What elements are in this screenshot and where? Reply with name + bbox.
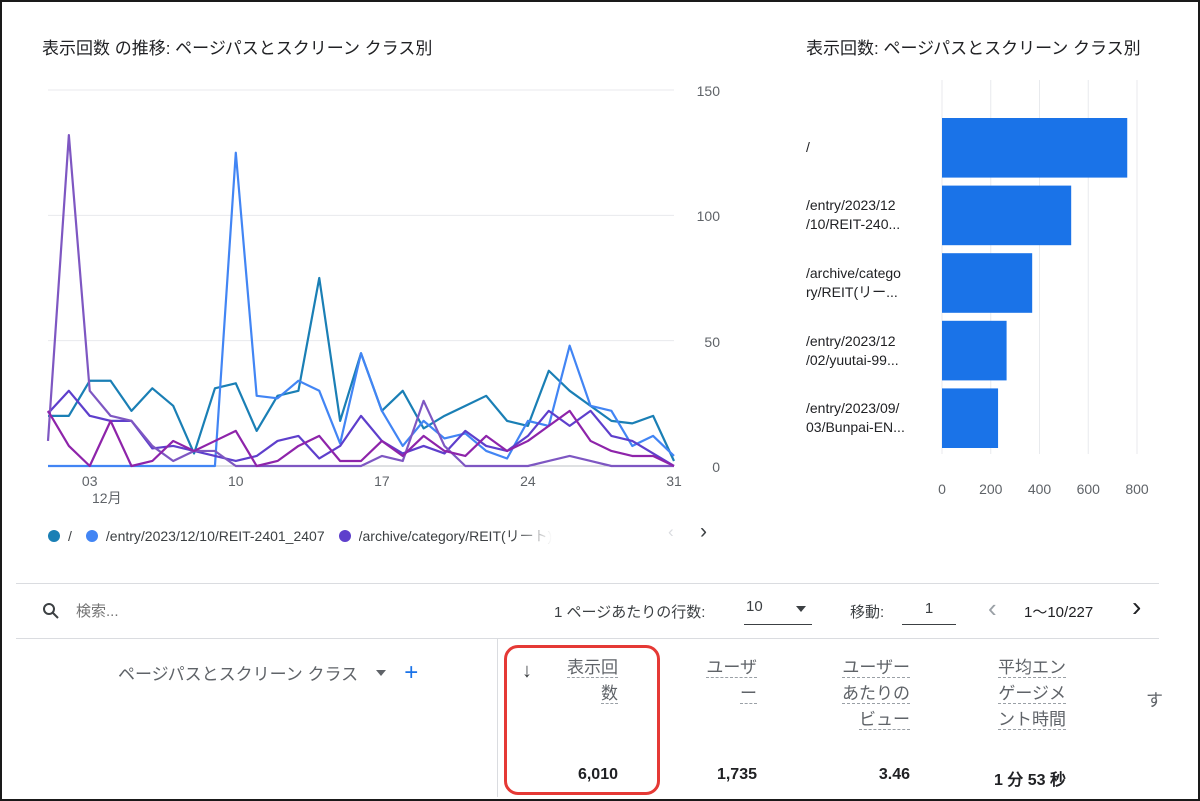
- bar[interactable]: [942, 253, 1033, 313]
- column-header-line: あたりの: [842, 684, 910, 704]
- x-tick-label: 200: [979, 481, 1003, 497]
- dropdown-arrow-icon[interactable]: [376, 669, 387, 676]
- dimension-header[interactable]: ページパスとスクリーン クラス +: [118, 660, 418, 685]
- legend-label: /: [68, 528, 72, 544]
- highlight-box: [504, 645, 660, 795]
- column-header-line: ント時間: [998, 710, 1066, 730]
- bar-category-line: /02/yuutai-99...: [806, 351, 899, 368]
- bar-category-line: ry/REIT(リー...: [806, 284, 898, 300]
- rows-per-page-value: 10: [746, 598, 763, 615]
- divider: [16, 583, 1159, 584]
- goto-input[interactable]: 1: [902, 596, 956, 625]
- legend-label: /archive/category/REIT(リート): [358, 528, 553, 544]
- search-icon: [43, 603, 59, 619]
- column-header-line: ゲージメ: [998, 684, 1066, 704]
- goto-label: 移動:: [850, 604, 885, 621]
- bar-category-label: /entry/2023/12/10/REIT-240...: [806, 196, 936, 234]
- bar[interactable]: [942, 388, 999, 448]
- legend-item-root[interactable]: /: [48, 528, 72, 544]
- legend-item-reit-category[interactable]: /archive/category/REIT(リート): [338, 526, 553, 546]
- bar-category-label: /entry/2023/12/02/yuutai-99...: [806, 332, 936, 370]
- dropdown-arrow-icon: [796, 606, 806, 612]
- column-header-cut[interactable]: す: [1146, 686, 1163, 711]
- total-views-per-user: 3.46: [878, 766, 910, 783]
- legend-dot: [85, 530, 98, 542]
- bar-category-label: /archive/catego ry/REIT(リー...: [806, 264, 936, 302]
- search-input[interactable]: [74, 601, 378, 621]
- dimension-header-label: ページパスとスクリーン クラス: [118, 665, 359, 684]
- x-tick-label: 800: [1125, 481, 1149, 497]
- bar-category-label: /: [806, 138, 936, 157]
- search-bar[interactable]: [42, 600, 442, 622]
- bar-category-line: /entry/2023/09/: [806, 400, 900, 417]
- legend-prev-icon[interactable]: ‹: [668, 522, 674, 542]
- x-tick-label: 400: [1027, 481, 1052, 497]
- bar-category-line: /archive/catego: [806, 265, 901, 281]
- legend-item-reit-entry[interactable]: /entry/2023/12/10/REIT-2401_2407: [85, 528, 325, 544]
- total-avg-engagement: 1 分 53 秒: [993, 772, 1066, 789]
- previous-page-icon[interactable]: ‹: [988, 595, 997, 621]
- legend-dot: [48, 530, 60, 542]
- goto-value: 1: [924, 600, 934, 617]
- legend-label: /entry/2023/12/10/REIT-2401_2407: [105, 528, 325, 544]
- x-tick-label: 0: [938, 481, 946, 497]
- legend-dot: [338, 530, 351, 542]
- column-header-line: ユーザ: [706, 658, 757, 678]
- column-header-views-per-user[interactable]: ユーザー あたりの ビュー: [800, 655, 910, 733]
- column-header-line: ビュー: [859, 710, 910, 730]
- legend-next-icon[interactable]: ›: [700, 520, 707, 544]
- column-header-line: ユーザー: [842, 658, 910, 678]
- bar-category-line: /: [806, 139, 810, 156]
- bar-category-line: 03/Bunpai-EN...: [806, 419, 905, 436]
- bar[interactable]: [942, 320, 1007, 381]
- column-divider: [497, 638, 498, 797]
- bar[interactable]: [942, 185, 1072, 246]
- column-header-avg-engagement[interactable]: 平均エン ゲージメ ント時間: [950, 655, 1066, 733]
- bar-category-line: /entry/2023/12: [806, 197, 896, 214]
- chart-legend: / /entry/2023/12/10/REIT-2401_2407 /arch…: [48, 526, 552, 546]
- pagination-text: 1〜10/227: [1024, 604, 1094, 621]
- x-tick-label: 600: [1076, 481, 1100, 497]
- bar-chart: [941, 80, 1138, 454]
- bar-category-line: /entry/2023/12: [806, 332, 896, 349]
- bar-category-line: /10/REIT-240...: [806, 216, 901, 233]
- rows-per-page-select[interactable]: 10: [744, 596, 812, 625]
- total-users: 1,735: [716, 766, 757, 783]
- rows-per-page-label: 1 ページあたりの行数:: [554, 604, 706, 621]
- column-header-line: 平均エン: [998, 658, 1066, 678]
- next-page-icon[interactable]: ›: [1132, 593, 1141, 621]
- column-header-line: ー: [740, 684, 757, 704]
- add-dimension-icon[interactable]: +: [404, 660, 418, 684]
- divider: [16, 638, 1159, 639]
- column-header-users[interactable]: ユーザ ー: [660, 655, 757, 707]
- bar-category-label: /entry/2023/09/03/Bunpai-EN...: [806, 399, 936, 437]
- bar[interactable]: [942, 118, 1128, 178]
